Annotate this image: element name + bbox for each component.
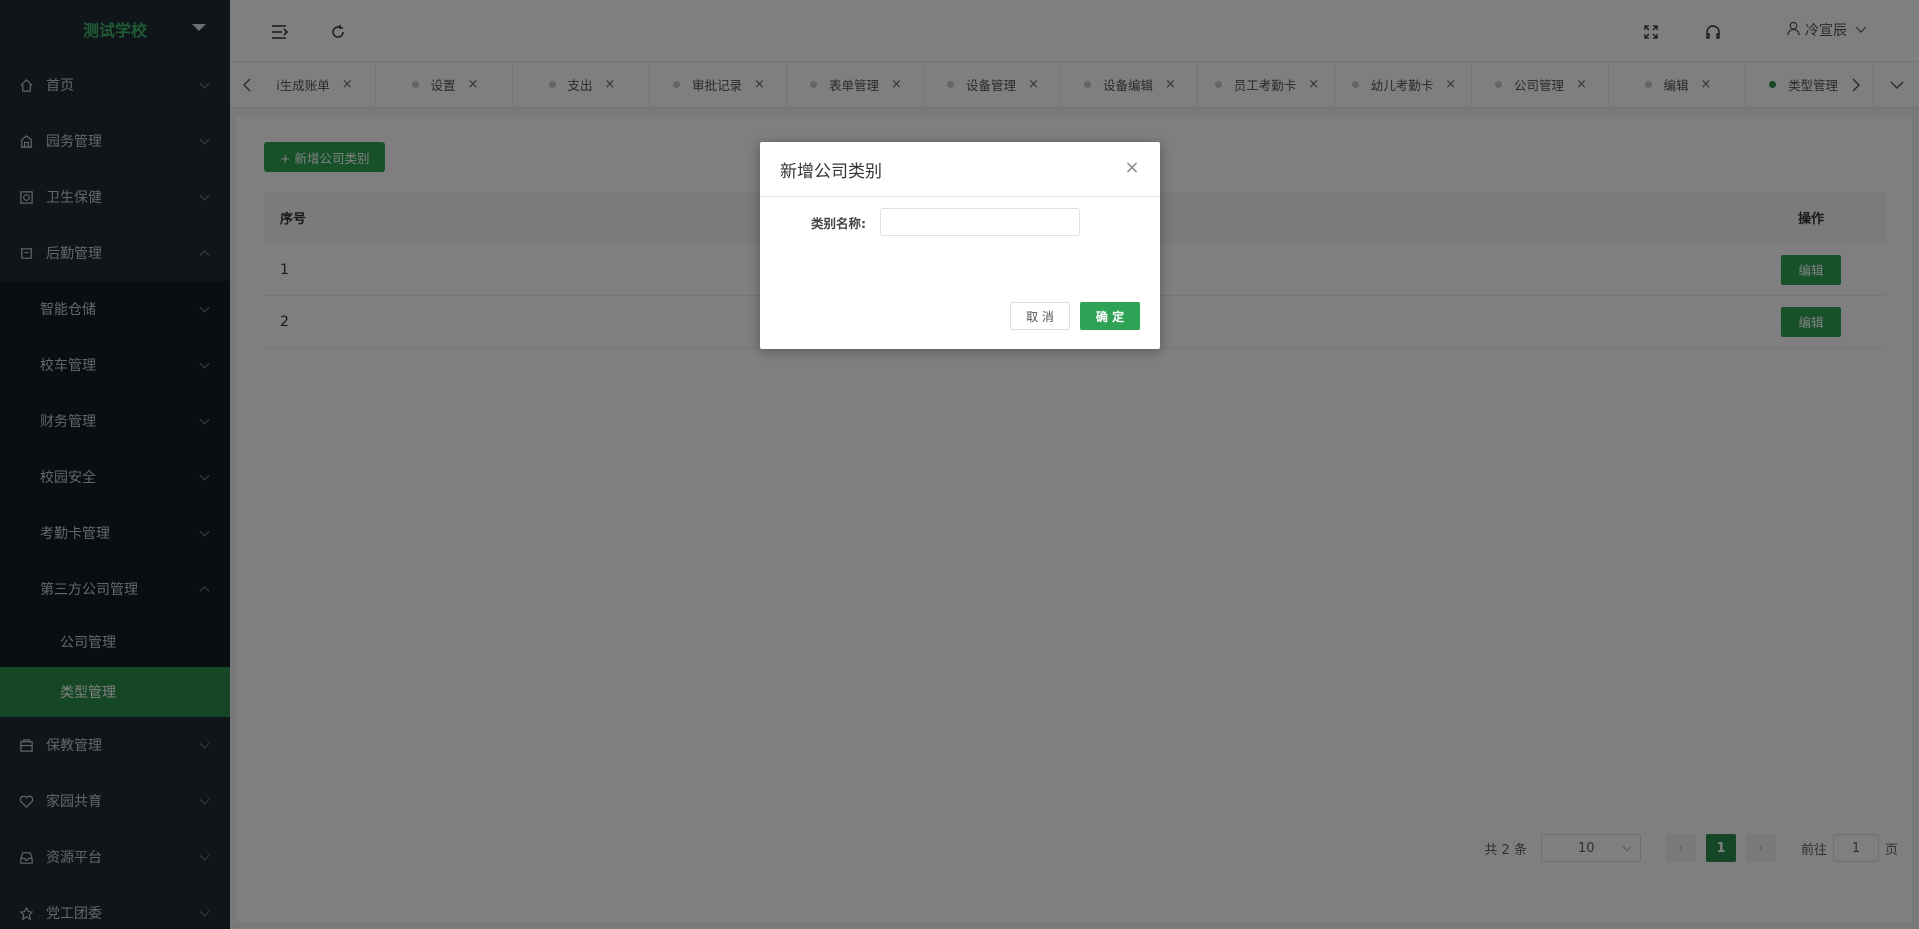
dialog-form: 类别名称: [800, 208, 1080, 236]
cancel-button[interactable]: 取 消 [1010, 302, 1070, 330]
dialog-title: 新增公司类别 [780, 161, 882, 182]
close-icon[interactable]: × [1124, 159, 1140, 177]
category-name-input[interactable] [880, 208, 1080, 236]
modal-overlay[interactable] [0, 0, 1919, 929]
dialog-footer: 取 消 确 定 [1010, 302, 1140, 330]
dialog-header: 新增公司类别 × [760, 142, 1160, 197]
confirm-button[interactable]: 确 定 [1080, 302, 1140, 330]
category-name-label: 类别名称: [811, 215, 866, 231]
add-category-dialog: 新增公司类别 × 类别名称: 取 消 确 定 [760, 142, 1160, 349]
